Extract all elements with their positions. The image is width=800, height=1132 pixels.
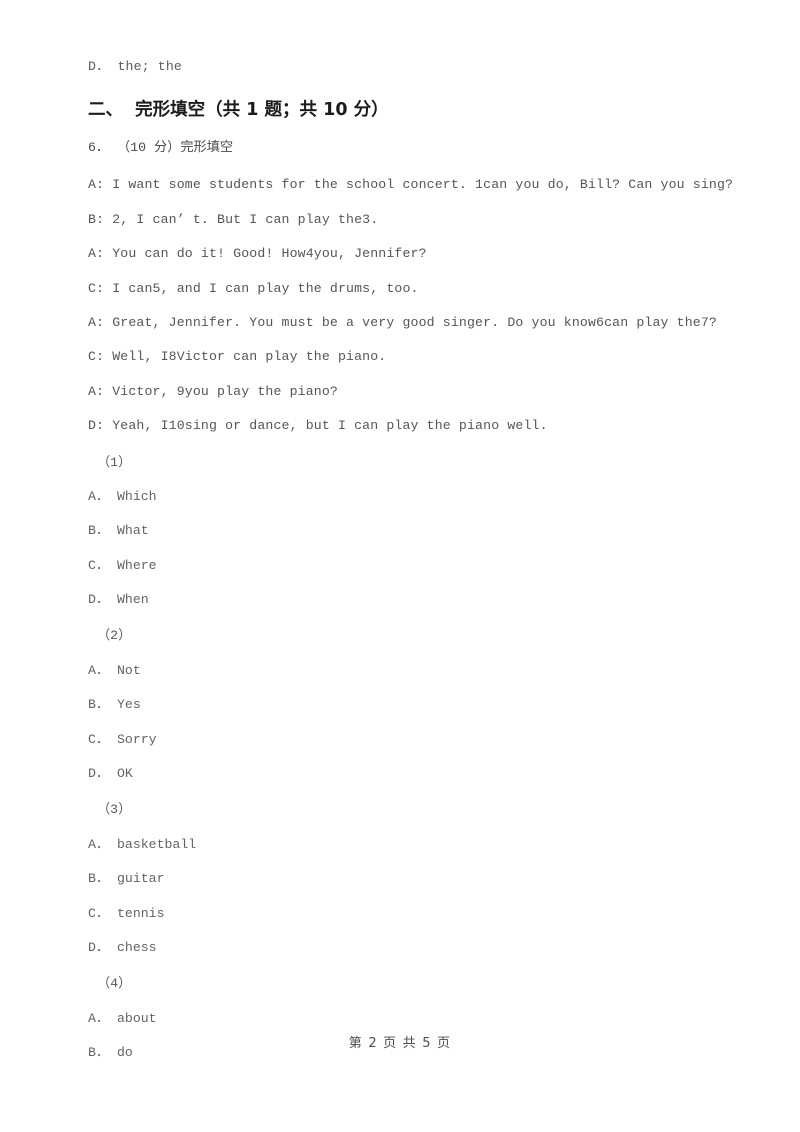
option-b[interactable]: B． What (88, 514, 712, 548)
section-heading: 二、 完形填空（共 1 题；共 10 分） (88, 100, 389, 121)
option-c[interactable]: C． Where (88, 549, 712, 583)
blank-label: （3） (97, 802, 132, 818)
option-a[interactable]: A． about (88, 1002, 712, 1036)
blank-label: （2） (97, 628, 132, 644)
option-d[interactable]: D． OK (88, 757, 712, 791)
page-content: D． the; the 二、 完形填空（共 1 题；共 10 分） 6． （10… (88, 50, 734, 1071)
dialogue-line: D: Yeah, I10sing or dance, but I can pla… (88, 418, 548, 434)
blank-label: （4） (97, 976, 132, 992)
document-page: D． the; the 二、 完形填空（共 1 题；共 10 分） 6． （10… (0, 0, 800, 1132)
question-stem: 6． （10 分）完形填空 (88, 140, 234, 156)
option-a[interactable]: A． basketball (88, 828, 712, 862)
page-footer: 第 2 页 共 5 页 (348, 1036, 452, 1051)
dialogue-line: B: 2, I can’ t. But I can play the3. (88, 211, 379, 227)
blank-group-4: （4） A． about B． do (88, 967, 712, 1070)
blank-group-1: （1） A． Which B． What C． Where D． When (88, 446, 712, 618)
carryover-option-d: D． the; the (88, 59, 182, 74)
option-d[interactable]: D． chess (88, 931, 712, 965)
option-a[interactable]: A． Which (88, 480, 712, 514)
option-b[interactable]: B． guitar (88, 862, 712, 896)
blank-group-3: （3） A． basketball B． guitar C． tennis D．… (88, 793, 712, 965)
dialogue-line: C: Well, I8Victor can play the piano. (88, 349, 387, 365)
blank-group-2: （2） A． Not B． Yes C． Sorry D． OK (88, 619, 712, 791)
option-a[interactable]: A． Not (88, 654, 712, 688)
dialogue-line: A: Victor, 9you play the piano? (88, 383, 338, 399)
dialogue-line: C: I can5, and I can play the drums, too… (88, 280, 419, 296)
blank-label: （1） (97, 454, 132, 470)
dialogue-block: A: I want some students for the school c… (88, 168, 734, 443)
dialogue-line: A: You can do it! Good! How4you, Jennife… (88, 246, 427, 262)
dialogue-line: A: Great, Jennifer. You must be a very g… (88, 314, 717, 330)
option-c[interactable]: C． Sorry (88, 723, 712, 757)
option-b[interactable]: B． Yes (88, 688, 712, 722)
option-d[interactable]: D． When (88, 583, 712, 617)
dialogue-line: A: I want some students for the school c… (88, 177, 734, 193)
option-c[interactable]: C． tennis (88, 897, 712, 931)
